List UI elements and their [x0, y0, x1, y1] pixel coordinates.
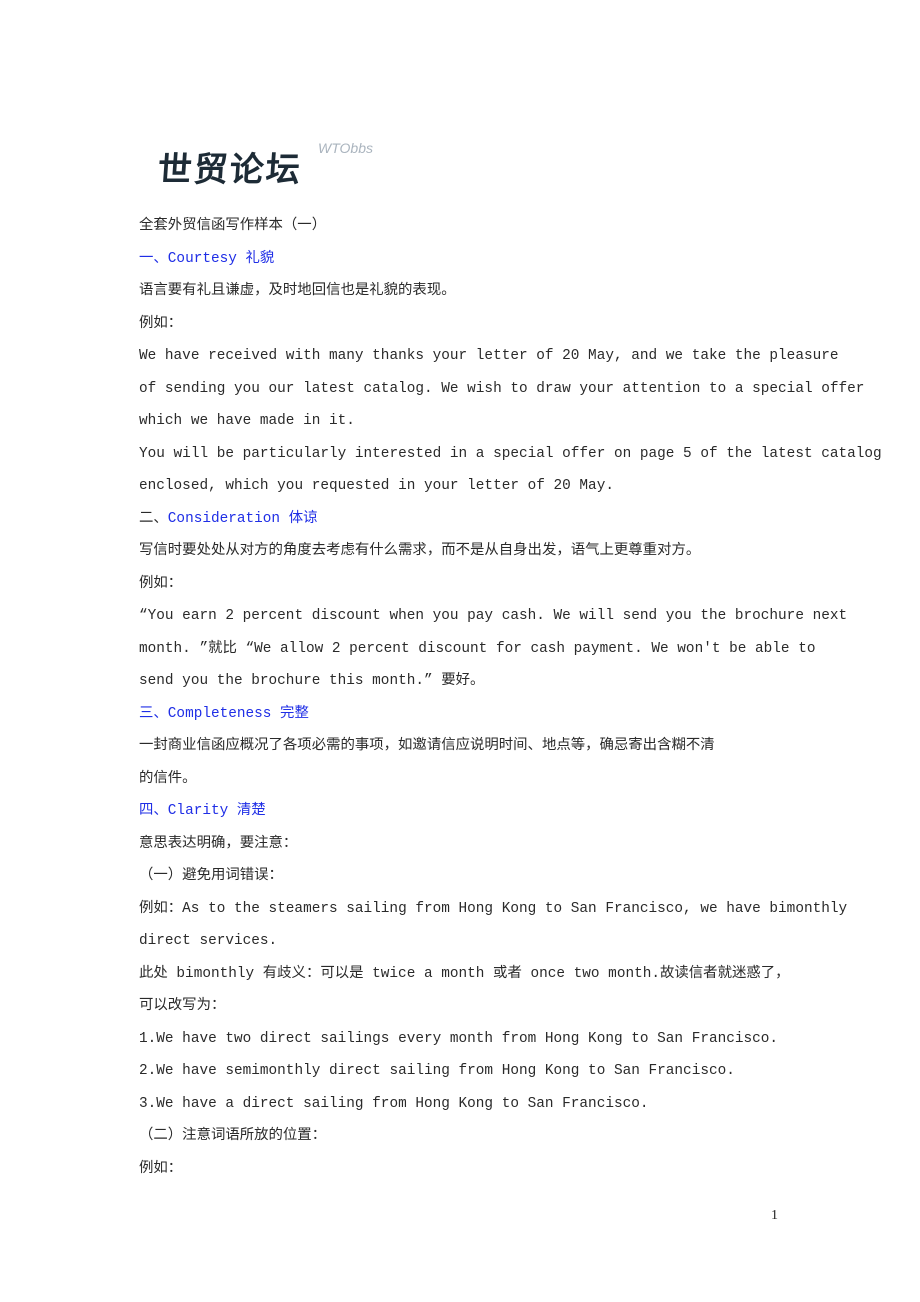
section-title: Consideration 体谅 [167, 510, 318, 527]
section-title: Clarity 清楚 [167, 803, 266, 819]
logo-english-text: WTObbs [318, 140, 373, 156]
paragraph: direct services. [139, 933, 278, 949]
paragraph: 例如：As to the steamers sailing from Hong … [139, 900, 848, 917]
paragraph: 一封商业信函应概况了各项必需的事项，如邀请信应说明时间、地点等，确忌寄出含糊不清 [139, 738, 715, 754]
paragraph: We have received with many thanks your l… [139, 348, 839, 364]
example-label: 例如： [139, 315, 183, 332]
section-heading-completeness: 三、Completeness 完整 [139, 698, 819, 731]
list-item: 2.We have semimonthly direct sailing fro… [139, 1063, 735, 1079]
paragraph: send you the brochure this month.” 要好。 [139, 673, 485, 689]
list-item: 3.We have a direct sailing from Hong Kon… [139, 1095, 649, 1112]
document-title: 全套外贸信函写作样本（一） [139, 218, 327, 234]
section-title: Completeness 完整 [167, 705, 309, 722]
paragraph: 语言要有礼且谦虚，及时地回信也是礼貌的表现。 [139, 283, 456, 299]
list-item: 1.We have two direct sailings every mont… [139, 1030, 779, 1047]
example-label: 例如： [139, 575, 183, 592]
section-number: 四、 [139, 803, 168, 819]
section-number: 三、 [139, 705, 168, 722]
paragraph: 意思表达明确，要注意： [139, 835, 298, 852]
section-number: 二、 [139, 510, 168, 527]
paragraph: 此处 bimonthly 有歧义：可以是 twice a month 或者 on… [139, 965, 790, 982]
paragraph: “You earn 2 percent discount when you pa… [139, 608, 848, 624]
document-page: 世贸论坛 WTObbs 全套外贸信函写作样本（一） 一、Courtesy 礼貌 … [0, 0, 920, 1302]
section-number: 一、 [139, 250, 168, 267]
subheading: （二）注意词语所放的位置： [139, 1128, 327, 1144]
logo-chinese-text: 世贸论坛 [156, 150, 304, 190]
paragraph: 的信件。 [139, 770, 197, 787]
document-body: 全套外贸信函写作样本（一） 一、Courtesy 礼貌 语言要有礼且谦虚，及时地… [139, 210, 882, 1185]
page-number: 1 [771, 1208, 778, 1223]
paragraph: month. ”就比 “We allow 2 percent discount … [139, 640, 816, 657]
paragraph: 可以改写为： [139, 998, 226, 1014]
example-label: 例如： [139, 1160, 183, 1177]
paragraph: You will be particularly interested in a… [139, 445, 882, 462]
section-heading-consideration: 二、Consideration 体谅 [139, 503, 819, 536]
paragraph: 写信时要处处从对方的角度去考虑有什么需求，而不是从自身出发，语气上更尊重对方。 [139, 543, 701, 559]
paragraph: which we have made in it. [139, 413, 355, 429]
paragraph: enclosed, which you requested in your le… [139, 478, 614, 494]
subheading: （一）避免用词错误： [139, 868, 283, 884]
paragraph: of sending you our latest catalog. We wi… [139, 380, 865, 397]
section-heading-clarity: 四、Clarity 清楚 [139, 795, 819, 828]
section-heading-courtesy: 一、Courtesy 礼貌 [139, 243, 819, 276]
section-title: Courtesy 礼貌 [167, 250, 275, 267]
